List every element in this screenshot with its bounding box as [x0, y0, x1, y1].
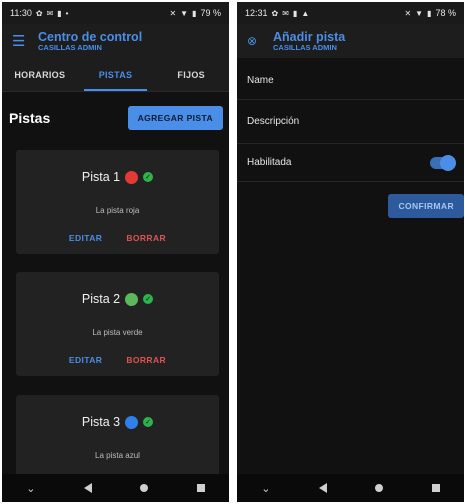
app-bar: ⊗ Añadir pista CASILLAS ADMIN	[237, 24, 464, 58]
pista-card: Pista 1 ✓ La pista roja EDITAR BORRAR	[16, 150, 219, 254]
battery-percent: 79 %	[200, 8, 221, 18]
recents-icon[interactable]	[431, 484, 440, 492]
status-bar: 11:30 ✿ ✉ ▮ • ✕ ▼ ▮ 79 %	[2, 2, 229, 24]
red-circle-icon	[125, 170, 139, 184]
app-subtitle: CASILLAS ADMIN	[273, 42, 337, 52]
edit-button[interactable]: EDITAR	[69, 233, 102, 243]
add-pista-button[interactable]: AGREGAR PISTA	[127, 106, 223, 130]
pista-name: Pista 1	[81, 170, 121, 184]
home-icon[interactable]	[140, 484, 149, 492]
page-title: Pistas	[9, 110, 51, 126]
back-icon[interactable]	[83, 483, 92, 493]
system-nav-bar: ⌄	[2, 474, 229, 502]
mute-icon: ✕	[169, 8, 177, 18]
name-field[interactable]: Name	[237, 62, 464, 100]
status-time: 11:30	[10, 8, 32, 18]
mail-icon: ✉	[46, 8, 54, 18]
chevron-down-icon[interactable]: ⌄	[261, 482, 270, 495]
enabled-toggle[interactable]	[430, 154, 456, 171]
dot-icon: •	[65, 8, 69, 18]
edit-button[interactable]: EDITAR	[69, 355, 102, 365]
recents-icon[interactable]	[196, 484, 205, 492]
toggle-knob	[440, 154, 456, 171]
pista-name: Pista 2	[81, 292, 121, 306]
enabled-label: Habilitada	[247, 157, 292, 168]
app-subtitle: CASILLAS ADMIN	[38, 42, 102, 52]
wifi-icon: ▼	[415, 8, 424, 18]
blue-circle-icon	[125, 415, 139, 429]
status-time: 12:31	[245, 8, 268, 18]
pista-name: Pista 3	[81, 415, 121, 429]
description-field-label: Descripción	[247, 116, 300, 127]
left-phone-screen: 11:30 ✿ ✉ ▮ • ✕ ▼ ▮ 79 % ☰ Centro de con…	[2, 2, 229, 502]
pista-card: Pista 2 ✓ La pista verde EDITAR BORRAR	[16, 272, 219, 376]
app-title: Centro de control	[38, 29, 143, 44]
warning-icon: ▲	[301, 8, 310, 18]
system-nav-bar: ⌄	[237, 474, 464, 502]
app-title: Añadir pista	[273, 29, 346, 44]
check-icon: ✓	[143, 172, 154, 182]
app-bar: ☰ Centro de control CASILLAS ADMIN	[2, 24, 229, 58]
description-field[interactable]: Descripción	[237, 100, 464, 144]
name-field-label: Name	[247, 75, 274, 86]
notification-icon: ▮	[57, 8, 62, 18]
back-icon[interactable]	[318, 483, 327, 493]
mute-icon: ✕	[404, 8, 412, 18]
status-bar: 12:31 ✿ ✉ ▮ ▲ ✕ ▼ ▮ 78 %	[237, 2, 464, 24]
confirm-button[interactable]: CONFIRMAR	[388, 194, 464, 218]
notification-icon: ▮	[292, 8, 298, 18]
pista-description: La pista verde	[92, 328, 143, 337]
settings-icon: ✿	[271, 8, 279, 18]
tab-pistas[interactable]: PISTAS	[78, 58, 154, 91]
pista-description: La pista roja	[95, 206, 140, 215]
chevron-down-icon[interactable]: ⌄	[26, 482, 35, 495]
tab-horarios[interactable]: HORARIOS	[2, 58, 78, 91]
menu-icon[interactable]: ☰	[12, 32, 38, 50]
check-icon: ✓	[143, 417, 154, 427]
mail-icon: ✉	[282, 8, 289, 18]
delete-button[interactable]: BORRAR	[126, 355, 166, 365]
battery-percent: 78 %	[435, 8, 456, 18]
settings-icon: ✿	[35, 8, 43, 18]
pista-description: La pista azul	[95, 451, 140, 460]
battery-icon: ▮	[427, 8, 432, 18]
tab-fijos[interactable]: FIJOS	[153, 58, 229, 91]
delete-button[interactable]: BORRAR	[126, 233, 166, 243]
right-phone-screen: 12:31 ✿ ✉ ▮ ▲ ✕ ▼ ▮ 78 % ⊗ Añadir pista …	[237, 2, 464, 502]
battery-icon: ▮	[192, 8, 197, 18]
close-icon[interactable]: ⊗	[247, 34, 273, 48]
enabled-row: Habilitada	[237, 144, 464, 182]
tab-bar: HORARIOS PISTAS FIJOS	[2, 58, 229, 92]
home-icon[interactable]	[375, 484, 384, 492]
wifi-icon: ▼	[180, 8, 189, 18]
green-circle-icon	[125, 292, 139, 306]
pistas-header: Pistas AGREGAR PISTA	[2, 92, 229, 144]
check-icon: ✓	[143, 294, 154, 304]
